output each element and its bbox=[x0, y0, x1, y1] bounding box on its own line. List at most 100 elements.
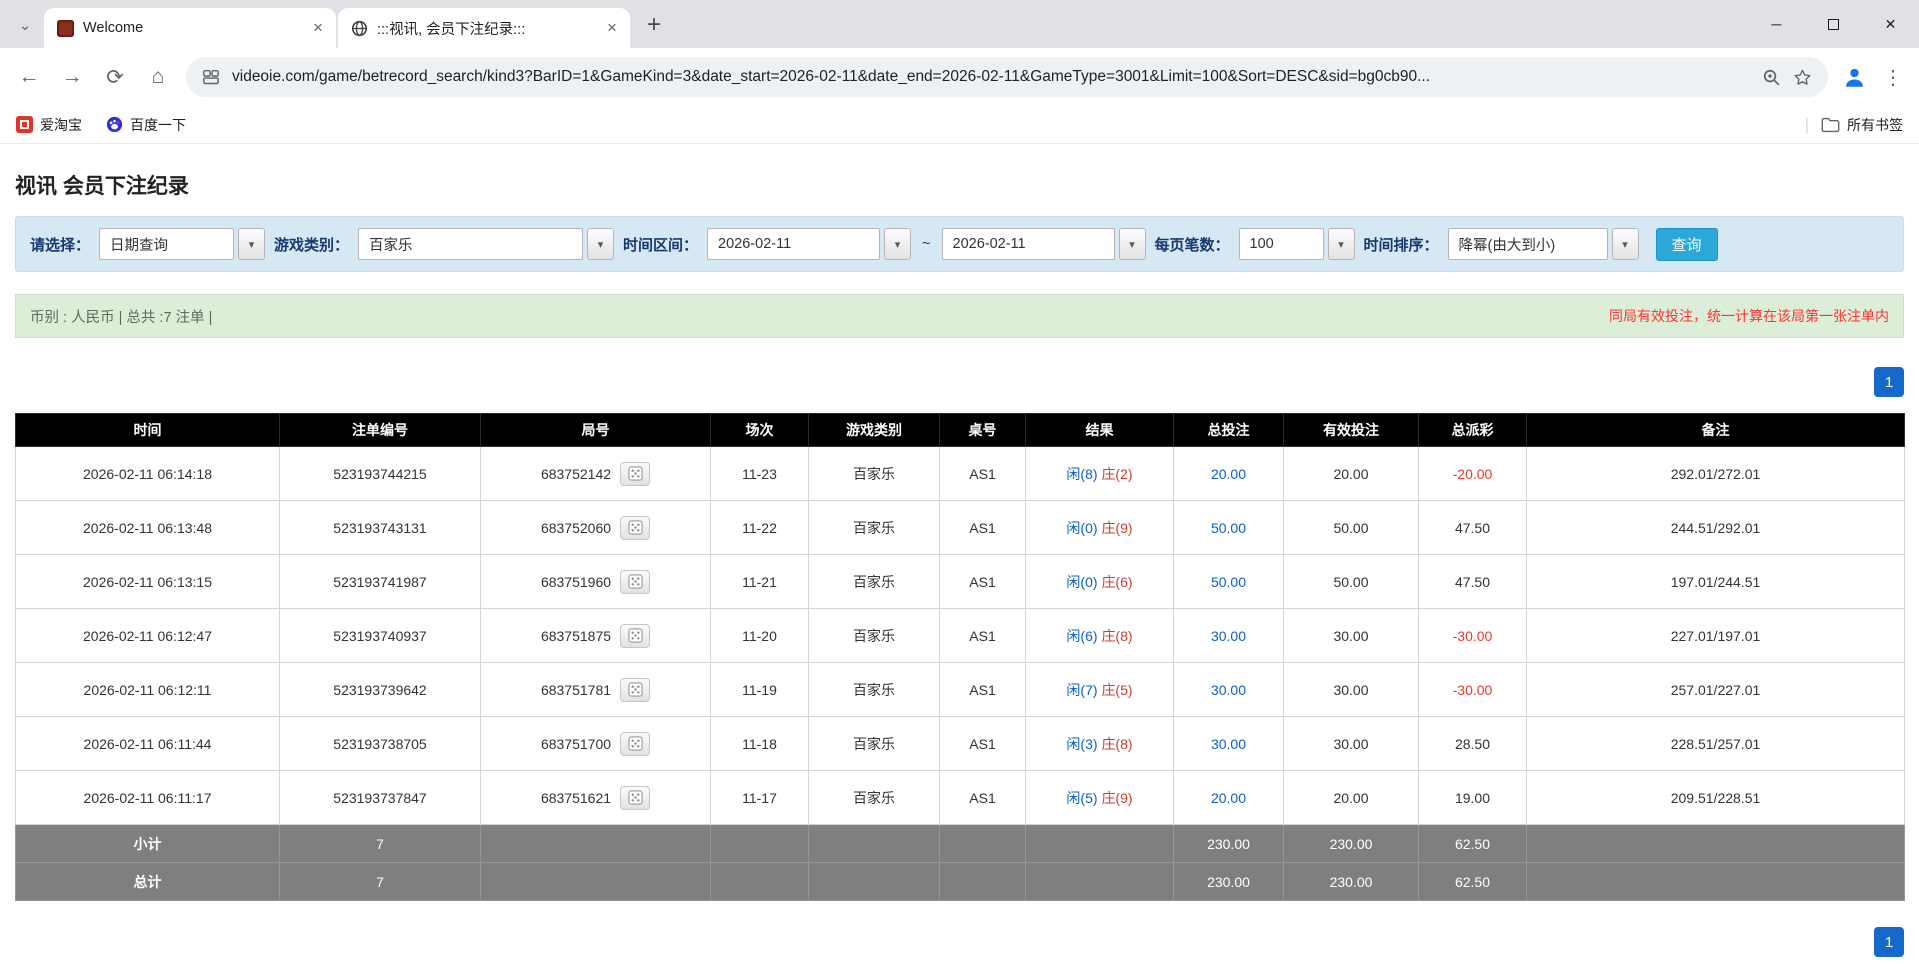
bet-time: 2026-02-11 06:12:47 bbox=[83, 627, 212, 644]
remark: 209.51/228.51 bbox=[1670, 789, 1761, 806]
total-bet-link[interactable]: 50.00 bbox=[1211, 520, 1246, 536]
cell-total-bet: 30.00 bbox=[1173, 662, 1284, 717]
select-mode-dropdown[interactable]: 日期查询 ▾ bbox=[99, 228, 266, 260]
bookmark-label: 百度一下 bbox=[130, 116, 186, 133]
bookmark-baidu[interactable]: 百度一下 bbox=[106, 115, 186, 135]
round-detail-button[interactable] bbox=[620, 623, 651, 648]
per-page-value[interactable]: 100 bbox=[1238, 228, 1324, 260]
bet-id: 523193744215 bbox=[333, 465, 427, 482]
tab-search-button[interactable]: ⌄ bbox=[10, 10, 40, 40]
round-detail-button[interactable] bbox=[620, 515, 651, 540]
cell-remark: 228.51/257.01 bbox=[1526, 716, 1905, 771]
chevron-down-icon[interactable]: ▾ bbox=[238, 228, 266, 260]
valid-bet: 50.00 bbox=[1333, 573, 1369, 590]
valid-bet: 30.00 bbox=[1333, 681, 1369, 698]
select-mode-value[interactable]: 日期查询 bbox=[99, 228, 235, 260]
bet-records-table: 时间 注单编号 局号 场次 游戏类别 桌号 结果 总投注 有效投注 总派彩 备注… bbox=[15, 413, 1905, 901]
total-count: 7 bbox=[279, 862, 481, 901]
total-bet-link[interactable]: 30.00 bbox=[1211, 628, 1246, 644]
cell-result: 闲(0) 庄(9) bbox=[1025, 500, 1174, 555]
site-info-icon[interactable] bbox=[202, 68, 220, 86]
back-button[interactable]: ← bbox=[14, 65, 44, 89]
round-detail-button[interactable] bbox=[620, 461, 651, 486]
minimize-button[interactable]: ─ bbox=[1748, 0, 1805, 48]
date-end-picker[interactable]: 2026-02-11 ▾ bbox=[941, 228, 1146, 260]
search-button[interactable]: 查询 bbox=[1655, 227, 1718, 261]
date-end-value[interactable]: 2026-02-11 bbox=[941, 228, 1115, 260]
date-range-separator: ~ bbox=[922, 236, 931, 252]
forward-icon: → bbox=[61, 65, 83, 88]
profile-icon[interactable] bbox=[1841, 64, 1868, 91]
game-kind: 百家乐 bbox=[853, 573, 895, 590]
page-title: 视讯 会员下注纪录 bbox=[15, 175, 189, 198]
date-start-value[interactable]: 2026-02-11 bbox=[707, 228, 881, 260]
remark: 292.01/272.01 bbox=[1670, 465, 1761, 482]
chevron-down-icon[interactable]: ▾ bbox=[1118, 228, 1146, 260]
reload-icon: ⟳ bbox=[106, 65, 124, 89]
result-banker: 庄(9) bbox=[1101, 789, 1133, 806]
session-number: 11-17 bbox=[742, 789, 777, 806]
dice-icon bbox=[627, 682, 643, 697]
total-bet-link[interactable]: 20.00 bbox=[1211, 790, 1246, 806]
cell-game: 百家乐 bbox=[808, 662, 940, 717]
total-total-bet: 230.00 bbox=[1173, 862, 1284, 901]
cell-round: 683751875 bbox=[480, 608, 711, 663]
chevron-down-icon[interactable]: ▾ bbox=[1611, 228, 1639, 260]
zoom-icon[interactable] bbox=[1762, 68, 1781, 87]
result-banker: 庄(6) bbox=[1101, 573, 1133, 590]
forward-button[interactable]: → bbox=[57, 65, 87, 89]
table-number: AS1 bbox=[969, 735, 996, 752]
round-detail-button[interactable] bbox=[620, 785, 651, 810]
date-start-picker[interactable]: 2026-02-11 ▾ bbox=[707, 228, 912, 260]
sort-order-label: 时间排序： bbox=[1363, 236, 1439, 254]
browser-menu-icon[interactable]: ⋮ bbox=[1881, 65, 1905, 90]
game-kind-dropdown[interactable]: 百家乐 ▾ bbox=[358, 228, 615, 260]
round-detail-button[interactable] bbox=[620, 569, 651, 594]
cell-table-no: AS1 bbox=[939, 446, 1026, 501]
close-button[interactable]: ✕ bbox=[1862, 0, 1919, 48]
total-bet-link[interactable]: 50.00 bbox=[1211, 574, 1246, 590]
cell-game: 百家乐 bbox=[808, 554, 940, 609]
result-banker: 庄(8) bbox=[1101, 735, 1133, 752]
chevron-down-icon[interactable]: ▾ bbox=[587, 228, 615, 260]
round-detail-button[interactable] bbox=[620, 677, 651, 702]
total-bet-link[interactable]: 20.00 bbox=[1211, 466, 1246, 482]
per-page-dropdown[interactable]: 100 ▾ bbox=[1238, 228, 1355, 260]
all-bookmarks-button[interactable]: 所有书签 bbox=[1821, 115, 1903, 135]
bet-time: 2026-02-11 06:14:18 bbox=[83, 465, 212, 482]
chevron-down-icon[interactable]: ▾ bbox=[1327, 228, 1355, 260]
chevron-down-icon[interactable]: ▾ bbox=[884, 228, 912, 260]
table-row: 2026-02-11 06:13:15 523193741987 6837519… bbox=[15, 554, 1905, 609]
cell-time: 2026-02-11 06:11:44 bbox=[15, 716, 280, 771]
back-icon: ← bbox=[18, 65, 40, 88]
sort-order-dropdown[interactable]: 降幂(由大到小) ▾ bbox=[1447, 228, 1639, 260]
total-bet-link[interactable]: 30.00 bbox=[1211, 736, 1246, 752]
table-number: AS1 bbox=[969, 627, 996, 644]
session-number: 11-22 bbox=[742, 519, 777, 536]
tab-close-icon[interactable]: × bbox=[602, 18, 622, 38]
reload-button[interactable]: ⟳ bbox=[100, 65, 130, 90]
url-bar[interactable]: videoie.com/game/betrecord_search/kind3?… bbox=[186, 57, 1828, 97]
cell-bet-id: 523193740937 bbox=[279, 608, 481, 663]
total-bet-link[interactable]: 30.00 bbox=[1211, 682, 1246, 698]
game-kind-value[interactable]: 百家乐 bbox=[358, 228, 584, 260]
home-button[interactable]: ⌂ bbox=[143, 65, 173, 89]
cell-total-bet: 30.00 bbox=[1173, 716, 1284, 771]
bookmark-star-icon[interactable] bbox=[1793, 68, 1812, 87]
result-banker: 庄(8) bbox=[1101, 627, 1133, 644]
cell-bet-id: 523193744215 bbox=[279, 446, 481, 501]
sort-order-value[interactable]: 降幂(由大到小) bbox=[1447, 228, 1608, 260]
round-detail-button[interactable] bbox=[620, 731, 651, 756]
cell-table-no: AS1 bbox=[939, 716, 1026, 771]
bookmark-taobao[interactable]: 爱淘宝 bbox=[16, 115, 82, 135]
new-tab-button[interactable]: + bbox=[636, 7, 672, 43]
pagination-page-1[interactable]: 1 bbox=[1874, 367, 1904, 397]
tab-close-icon[interactable]: × bbox=[308, 18, 328, 38]
maximize-button[interactable] bbox=[1805, 0, 1862, 48]
cell-result: 闲(6) 庄(8) bbox=[1025, 608, 1174, 663]
tab-betrecord[interactable]: :::视讯, 会员下注纪录::: × bbox=[338, 8, 630, 48]
payout-amount: -20.00 bbox=[1452, 465, 1493, 482]
tab-welcome[interactable]: Welcome × bbox=[44, 8, 336, 48]
pagination-page-1[interactable]: 1 bbox=[1874, 927, 1904, 957]
result-player: 闲(3) bbox=[1066, 735, 1098, 752]
